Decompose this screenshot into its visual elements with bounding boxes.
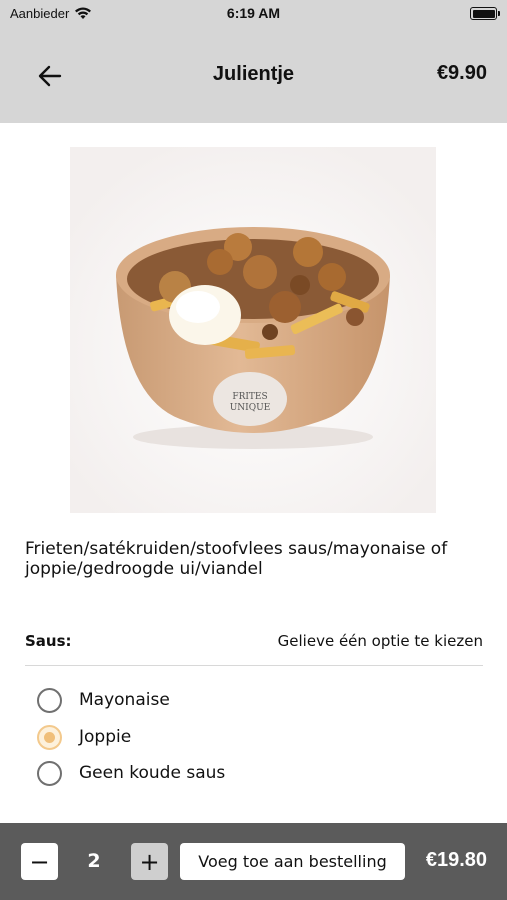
product-price: €9.90 (436, 62, 487, 84)
option-group-hint: Gelieve één optie te kiezen (277, 632, 483, 650)
svg-text:FRITES: FRITES (232, 392, 267, 402)
order-total: €19.80 (425, 849, 487, 871)
status-bar: Aanbieder 6:19 AM (0, 0, 507, 28)
option-group-header: Saus: Gelieve één optie te kiezen (25, 630, 483, 666)
radio-unselected-icon[interactable] (37, 760, 62, 786)
option-mayonaise[interactable]: Mayonaise (37, 687, 457, 713)
option-label: Geen koude saus (79, 763, 226, 783)
option-group-label: Saus: (25, 632, 72, 650)
decrease-quantity-button[interactable]: − (21, 843, 58, 880)
order-bar: − 2 + Voeg toe aan bestelling €19.80 (0, 823, 507, 900)
product-header: Julientje €9.90 (0, 28, 507, 123)
battery-icon (470, 7, 500, 20)
add-to-order-button[interactable]: Voeg toe aan bestelling (180, 843, 405, 880)
radio-selected-icon[interactable] (37, 724, 62, 750)
svg-text:UNIQUE: UNIQUE (230, 403, 271, 413)
option-joppie[interactable]: Joppie (37, 724, 457, 750)
page-title: Julientje (212, 63, 295, 85)
option-geen-koude-saus[interactable]: Geen koude saus (37, 760, 457, 786)
option-label: Joppie (79, 727, 132, 747)
increase-quantity-button[interactable]: + (131, 843, 168, 880)
option-label: Mayonaise (79, 690, 170, 710)
radio-unselected-icon[interactable] (37, 687, 62, 713)
status-time: 6:19 AM (226, 5, 281, 21)
product-image: FRITES UNIQUE (70, 147, 436, 513)
quantity-value: 2 (87, 850, 101, 872)
product-description: Frieten/satékruiden/stoofvlees saus/mayo… (25, 539, 448, 579)
